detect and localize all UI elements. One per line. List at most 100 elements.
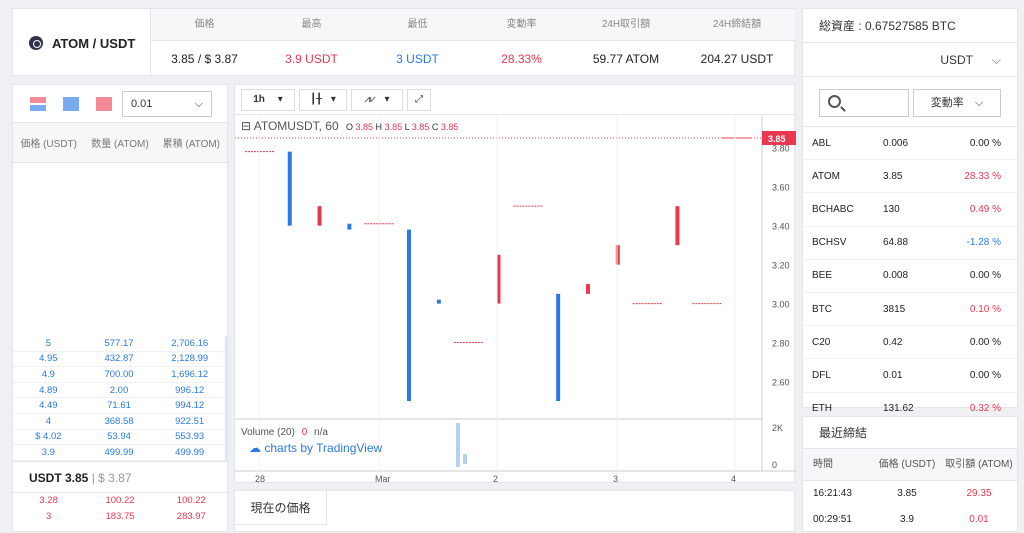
precision-value: 0.01 — [131, 98, 153, 110]
bid-row[interactable]: 4.95 432.87 2,128.99 — [13, 351, 227, 368]
bid-cell: 53.94 — [107, 431, 131, 443]
chart-type-select[interactable]: ┃╂ ▾ — [299, 89, 347, 111]
indicators-icon: ⩘⩗ — [364, 94, 376, 105]
bid-cell: 432.87 — [104, 353, 134, 365]
stat-3: 変動率 28.33% — [470, 9, 573, 77]
currency-value: USDT — [940, 53, 973, 67]
bid-row[interactable]: 3.9 499.99 499.99 — [13, 445, 227, 461]
bid-cell: 368.58 — [104, 415, 134, 427]
bid-cell: 4.9 — [41, 368, 55, 380]
asset-change: 0.00 % — [969, 336, 1001, 348]
indicators-button[interactable]: ⩘⩗ ▾ — [351, 89, 403, 111]
bid-row[interactable]: 4.89 2.00 996.12 — [13, 382, 227, 399]
tradingview-attribution[interactable]: ☁ charts by TradingView — [249, 441, 382, 455]
y-tick-label: 3.20 — [772, 261, 790, 271]
caret-down-icon: ▾ — [277, 94, 283, 105]
ohlc-close: 3.85 — [440, 122, 459, 132]
asset-row[interactable]: BCHABC 130 0.49 % — [803, 193, 1017, 227]
trade-time: 16:21:43 — [813, 488, 852, 499]
asset-price: 131.62 — [883, 403, 914, 415]
bid-cell: 553.93 — [175, 431, 205, 443]
asset-price: 3.85 — [883, 170, 903, 182]
asset-price: 130 — [883, 203, 900, 215]
bid-row[interactable]: $ 4.02 53.94 553.93 — [13, 429, 227, 446]
chevron-down-icon: ⌵ — [991, 53, 1001, 67]
currency-select[interactable]: USDT ⌵ — [803, 43, 1017, 77]
bid-cell: 71.61 — [107, 400, 131, 412]
col-total: 累積 (ATOM) — [162, 139, 221, 150]
candle-body — [347, 223, 352, 230]
bid-cell: 996.12 — [175, 384, 205, 396]
asset-row[interactable]: BEE 0.008 0.00 % — [803, 260, 1017, 293]
trade-row: 16:21:43 3.85 29.35 — [803, 481, 1017, 507]
pair-selector[interactable]: ATOM / USDT — [13, 9, 151, 77]
col-qty: 数量 (ATOM) — [91, 139, 149, 150]
total-assets: 総資産 : 0.67527585 BTC — [803, 9, 1017, 43]
collapse-icon[interactable]: ⊟ — [241, 119, 251, 133]
volume-label: Volume (20) — [241, 427, 295, 438]
mid-price: USDT 3.85 | $ 3.87 — [13, 460, 227, 493]
order-book-toolbar: 0.01 ⌵ — [13, 85, 227, 123]
col-price: 価格 (USDT) — [20, 139, 77, 150]
interval-select[interactable]: 1h ▾ — [241, 89, 295, 111]
bid-cell: 1,696.12 — [171, 368, 209, 380]
sort-select[interactable]: 変動率 ⌵ — [913, 89, 1001, 117]
volume-bar — [456, 423, 460, 467]
bid-cell: 3.9 — [41, 446, 55, 458]
asset-symbol: C20 — [812, 336, 831, 348]
asset-row[interactable]: ATOM 3.85 28.33 % — [803, 160, 1017, 194]
atom-logo-icon — [29, 36, 43, 50]
asset-symbol: ATOM — [812, 170, 840, 182]
precision-select[interactable]: 0.01 ⌵ — [122, 91, 212, 117]
x-tick-label: 4 — [731, 474, 736, 484]
candle-body — [317, 206, 322, 226]
bid-row[interactable]: 4.49 71.61 994.12 — [13, 398, 227, 414]
asset-row[interactable]: ABL 0.006 0.00 % — [803, 127, 1017, 161]
x-tick-label: Mar — [375, 474, 391, 484]
asset-price: 0.006 — [883, 137, 909, 149]
stat-label: 価格 — [151, 9, 258, 41]
asset-row[interactable]: BTC 3815 0.10 % — [803, 293, 1017, 327]
trade-amount: 0.01 — [969, 514, 989, 525]
stat-1: 最高 3.9 USDT — [258, 9, 365, 77]
fullscreen-button[interactable]: ⤢ — [407, 89, 431, 111]
bid-row[interactable]: 4 368.58 922.51 — [13, 413, 227, 430]
tab-current-price[interactable]: 現在の価格 — [235, 491, 327, 525]
ask-row[interactable]: 3.28 100.22 100.22 — [13, 493, 227, 509]
search-icon — [828, 95, 841, 108]
bid-cell: 2,706.16 — [171, 337, 209, 349]
y-tick-label: 3.80 — [772, 144, 790, 154]
ask-cell: 3 — [46, 510, 52, 522]
stat-value: 59.77 ATOM — [592, 52, 660, 66]
stat-4: 24H取引額 59.77 ATOM — [573, 9, 679, 77]
volume-value: 0 — [301, 427, 308, 438]
price-chart: 1h ▾ ┃╂ ▾ ⩘⩗ ▾ ⤢ 3.80 3.60 3.40 3.20 3.00 2.8… — [234, 84, 796, 484]
order-book-header: 価格 (USDT) 数量 (ATOM) 累積 (ATOM) — [13, 123, 227, 163]
asset-search-row: 変動率 ⌵ — [803, 77, 1017, 127]
candles-icon: ┃╂ — [310, 94, 323, 105]
bid-cell: 4.89 — [39, 384, 58, 396]
ask-row[interactable]: 3 183.75 283.97 — [13, 508, 227, 524]
trade-price: 3.85 — [897, 488, 917, 499]
y-tick-label: 3.40 — [772, 222, 790, 232]
last-price-label: 3.85 — [768, 134, 786, 144]
asset-row[interactable]: C20 0.42 0.00 % — [803, 326, 1017, 360]
bid-row[interactable]: 4.9 700.00 1,696.12 — [13, 367, 227, 383]
ohlc-high: 3.85 — [384, 122, 403, 132]
book-both-icon[interactable] — [30, 97, 46, 111]
book-sell-icon[interactable] — [96, 97, 112, 111]
search-input[interactable] — [819, 89, 909, 117]
book-buy-icon[interactable] — [63, 97, 79, 111]
asset-row[interactable]: DFL 0.01 0.00 % — [803, 359, 1017, 393]
bid-cell: 4.95 — [39, 353, 58, 365]
asset-change: 0.10 % — [969, 303, 1001, 315]
ask-cell: 100.22 — [176, 495, 206, 507]
asset-row[interactable]: BCHSV 64.88 -1.28 % — [803, 227, 1017, 260]
stat-value: 3.85 / $ 3.87 — [171, 52, 238, 66]
ask-cell: 100.22 — [105, 495, 135, 507]
bid-cell: 2.00 — [109, 384, 129, 396]
bid-row[interactable]: 5 577.17 2,706.16 — [13, 336, 227, 352]
asset-price: 0.008 — [883, 270, 909, 282]
bid-cell: 700.00 — [104, 368, 134, 380]
y-tick-label: 3.00 — [772, 300, 790, 310]
